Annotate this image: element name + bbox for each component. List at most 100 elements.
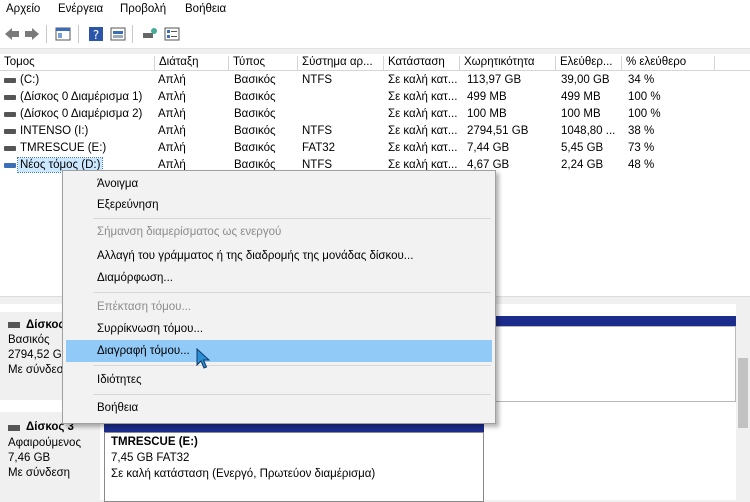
- menu-item-shrink-volume[interactable]: Συρρίκνωση τόμου...: [66, 318, 492, 340]
- mouse-pointer-icon: [196, 348, 210, 369]
- volume-row[interactable]: INTENSO (I:) Απλή Βασικός NTFS Σε καλή κ…: [0, 123, 750, 140]
- volume-status: Σε καλή κατ...: [388, 125, 458, 137]
- volume-percent-free: 100 %: [628, 108, 661, 120]
- disk-type: Αφαιρούμενος: [8, 437, 81, 449]
- menu-item-extend-volume: Επέκταση τόμου...: [66, 296, 492, 318]
- volume-type: Βασικός: [234, 91, 276, 103]
- help-icon[interactable]: ?: [88, 26, 104, 42]
- vertical-scrollbar[interactable]: [736, 304, 750, 500]
- properties-icon[interactable]: [55, 26, 71, 42]
- column-filesystem[interactable]: Σύστημα αρ...: [298, 56, 384, 70]
- volume-free: 499 MB: [561, 91, 601, 103]
- disk-status: Με σύνδεσ: [8, 364, 64, 376]
- column-volume[interactable]: Τομος: [0, 56, 155, 70]
- partition-size: 7,45 GB FAT32: [111, 452, 190, 464]
- volume-name: (C:): [20, 74, 40, 86]
- partition-status: Σε καλή κατάσταση (Ενεργό, Πρωτεύον διαμ…: [111, 468, 376, 480]
- drive-icon: [4, 146, 16, 151]
- drive-icon: [4, 112, 16, 117]
- menu-separator: [93, 292, 491, 293]
- disk-size: 2794,52 GB: [8, 349, 70, 361]
- volume-free: 100 MB: [561, 108, 601, 120]
- volume-filesystem: NTFS: [302, 125, 333, 137]
- volume-row[interactable]: TMRESCUE (E:) Απλή Βασικός FAT32 Σε καλή…: [0, 140, 750, 157]
- partition-tmrescue[interactable]: TMRESCUE (E:) 7,45 GB FAT32 Σε καλή κατά…: [104, 432, 484, 502]
- menu-item-label: Διαμόρφωση...: [97, 272, 173, 284]
- menu-item-label: Διαγραφή τόμου...: [97, 345, 190, 357]
- menu-item-delete-volume[interactable]: Διαγραφή τόμου...: [66, 340, 492, 362]
- volume-name: (Δίσκος 0 Διαμέρισμα 2): [20, 108, 143, 120]
- volume-percent-free: 34 %: [628, 74, 655, 86]
- volume-status: Σε καλή κατ...: [388, 142, 458, 154]
- menu-view[interactable]: Προβολή: [120, 3, 166, 15]
- disk-name: Δίσκος: [26, 319, 65, 331]
- menu-item-properties[interactable]: Ιδιότητες: [66, 369, 492, 391]
- column-free-space[interactable]: Ελεύθερ...: [556, 56, 622, 70]
- volume-layout: Απλή: [158, 91, 186, 103]
- svg-text:?: ?: [93, 28, 99, 42]
- menu-item-label: Επέκταση τόμου...: [97, 301, 192, 313]
- drive-icon: [4, 95, 16, 100]
- volume-row[interactable]: (Δίσκος 0 Διαμέρισμα 1) Απλή Βασικός Σε …: [0, 89, 750, 106]
- volume-free: 39,00 GB: [561, 74, 610, 86]
- volume-type: Βασικός: [234, 74, 276, 86]
- disk-view-icon[interactable]: [110, 26, 126, 42]
- volume-filesystem: FAT32: [302, 142, 336, 154]
- volume-capacity: 7,44 GB: [467, 142, 510, 154]
- drive-icon: [4, 129, 16, 134]
- back-icon[interactable]: [4, 26, 20, 42]
- volume-free: 1048,80 ...: [561, 125, 616, 137]
- column-percent-free[interactable]: % ελεύθερο: [622, 56, 715, 70]
- context-menu: Άνοιγμα Εξερεύνηση Σήμανση διαμερίσματος…: [62, 170, 496, 424]
- menu-item-help[interactable]: Βοήθεια: [66, 397, 492, 419]
- toolbar-separator: [132, 25, 133, 43]
- menu-item-label: Εξερεύνηση: [97, 199, 159, 211]
- toolbar-separator: [78, 25, 79, 43]
- menu-bar: Αρχείο Ενέργεια Προβολή Βοήθεια: [0, 0, 750, 20]
- menu-item-mark-active: Σήμανση διαμερίσματος ως ενεργού: [66, 221, 492, 243]
- menu-action[interactable]: Ενέργεια: [58, 3, 103, 15]
- volume-type: Βασικός: [234, 108, 276, 120]
- disk-icon: [8, 322, 20, 328]
- volume-type: Βασικός: [234, 142, 276, 154]
- menu-item-label: Βοήθεια: [97, 402, 139, 414]
- menu-item-format[interactable]: Διαμόρφωση...: [66, 267, 492, 289]
- menu-item-explore[interactable]: Εξερεύνηση: [66, 194, 492, 216]
- column-type[interactable]: Τύπος: [229, 56, 298, 70]
- volume-row[interactable]: (C:) Απλή Βασικός NTFS Σε καλή κατ... 11…: [0, 72, 750, 89]
- scrollbar-thumb[interactable]: [738, 358, 748, 428]
- volume-filesystem: NTFS: [302, 74, 333, 86]
- menu-item-label: Σήμανση διαμερίσματος ως ενεργού: [97, 226, 282, 238]
- column-layout[interactable]: Διάταξη: [155, 56, 229, 70]
- disk-status: Με σύνδεση: [8, 467, 71, 479]
- partition-name: TMRESCUE (E:): [111, 436, 198, 448]
- menu-file[interactable]: Αρχείο: [6, 3, 40, 15]
- column-status[interactable]: Κατάσταση: [384, 56, 460, 70]
- menu-item-change-drive-letter[interactable]: Αλλαγή του γράμματος ή της διαδρομής της…: [66, 245, 492, 267]
- rescan-icon[interactable]: [142, 26, 158, 42]
- volume-row[interactable]: (Δίσκος 0 Διαμέρισμα 2) Απλή Βασικός Σε …: [0, 106, 750, 123]
- menu-item-open[interactable]: Άνοιγμα: [66, 173, 492, 195]
- volume-percent-free: 73 %: [628, 142, 655, 154]
- menu-separator: [93, 365, 491, 366]
- menu-separator: [93, 394, 491, 395]
- column-capacity[interactable]: Χωρητικότητα: [460, 56, 556, 70]
- menu-item-label: Ιδιότητες: [97, 374, 142, 386]
- volume-capacity: 100 MB: [467, 108, 507, 120]
- disk-label[interactable]: Δίσκος 3 Αφαιρούμενος 7,46 GB Με σύνδεση: [0, 412, 100, 500]
- toolbar: ?: [0, 20, 750, 49]
- menu-help[interactable]: Βοήθεια: [185, 3, 226, 15]
- volume-type: Βασικός: [234, 125, 276, 137]
- volume-list-icon[interactable]: [164, 26, 180, 42]
- volume-percent-free: 48 %: [628, 159, 655, 171]
- forward-icon[interactable]: [24, 26, 40, 42]
- drive-icon: [4, 163, 16, 168]
- volume-status: Σε καλή κατ...: [388, 108, 458, 120]
- menu-separator: [93, 218, 491, 219]
- volume-layout: Απλή: [158, 74, 186, 86]
- volume-capacity: 2794,51 GB: [467, 125, 529, 137]
- volume-capacity: 499 MB: [467, 91, 507, 103]
- menu-item-label: Άνοιγμα: [97, 178, 139, 190]
- menu-item-label: Αλλαγή του γράμματος ή της διαδρομής της…: [97, 250, 414, 262]
- volume-layout: Απλή: [158, 125, 186, 137]
